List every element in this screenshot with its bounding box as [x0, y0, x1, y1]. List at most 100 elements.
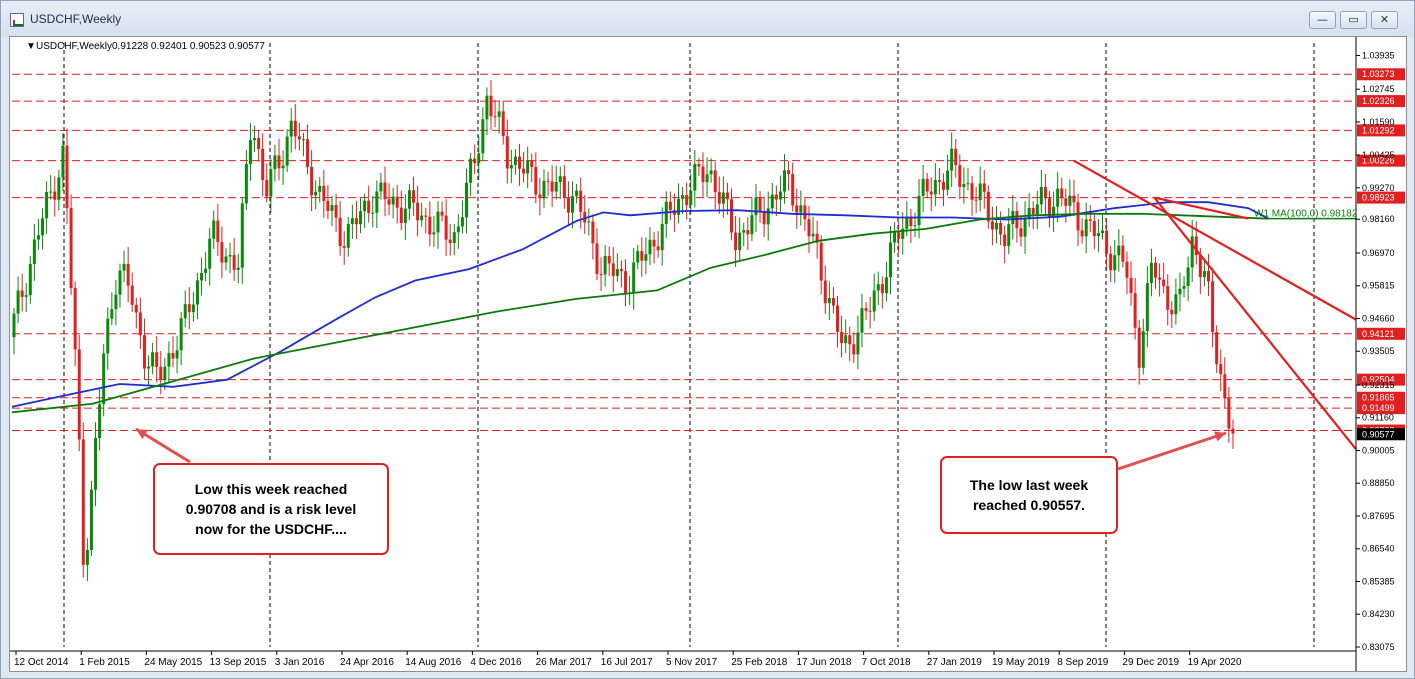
candle-body	[770, 194, 774, 209]
candle-body	[917, 195, 921, 226]
candle-body	[1109, 253, 1113, 271]
candle-body	[1121, 245, 1125, 262]
candle-body	[387, 199, 391, 205]
candle-body	[595, 243, 599, 274]
candle-body	[1215, 332, 1219, 365]
candle-body	[489, 95, 493, 117]
candle-body	[1141, 331, 1145, 368]
chart-window: USDCHF,Weekly — ▭ ✕ 1.03273 1.02326 1.0129…	[0, 0, 1415, 679]
candle-body	[1202, 271, 1206, 278]
candle-body	[778, 191, 782, 200]
candle-body	[212, 220, 216, 239]
candle-body	[982, 183, 986, 192]
candle-body	[554, 182, 558, 192]
candle-body	[819, 242, 823, 281]
candle-body	[432, 232, 436, 235]
candle-body	[469, 158, 473, 183]
candle-body	[253, 138, 257, 141]
candle-body	[591, 221, 595, 244]
candle-body	[746, 230, 750, 235]
time-tick-label: 5 Nov 2017	[666, 657, 718, 668]
candle-body	[407, 190, 411, 209]
candle-body	[330, 205, 334, 211]
candle-body	[179, 318, 183, 351]
chart-area[interactable]: 1.03273 1.02326 1.01292 1.00226 0.98923 0.941…	[9, 36, 1407, 672]
price-tick-label: 0.85385	[1362, 576, 1395, 586]
time-tick-label: 24 May 2015	[144, 657, 202, 668]
candle-body	[942, 181, 946, 190]
candle-body	[1207, 271, 1211, 282]
candle-body	[73, 287, 77, 350]
candle-body	[990, 221, 994, 230]
candle-body	[807, 219, 811, 237]
candle-body	[102, 353, 106, 405]
candle-body	[49, 191, 53, 193]
candle-body	[640, 251, 644, 261]
chart-background	[10, 37, 1406, 671]
candle-body	[518, 156, 522, 169]
candle-body	[1039, 187, 1043, 205]
candle-body	[803, 205, 807, 220]
candle-body	[122, 263, 126, 271]
time-tick-label: 12 Oct 2014	[14, 657, 69, 668]
price-tick-label: 0.83075	[1362, 642, 1395, 652]
candle-body	[648, 239, 652, 255]
level-tag-label: 0.91865	[1362, 393, 1395, 403]
minimize-button[interactable]: —	[1309, 11, 1336, 29]
symbol-triangle: ▼	[26, 41, 36, 52]
candle-body	[970, 183, 974, 200]
candle-body	[310, 166, 314, 196]
close-button[interactable]: ✕	[1371, 11, 1398, 29]
candle-body	[297, 136, 301, 140]
time-tick-label: 8 Sep 2019	[1057, 657, 1109, 668]
candle-body	[16, 290, 20, 314]
callout-text-line: Low this week reached	[195, 481, 348, 497]
symbol-label: USDCHF,Weekly	[36, 41, 112, 52]
moving-average-label: W1 MA(100,0) 0.98182	[1254, 209, 1358, 220]
candle-body	[1088, 219, 1092, 221]
time-tick-label: 17 Jun 2018	[796, 657, 851, 668]
candle-body	[367, 200, 371, 213]
time-tick-label: 16 Jul 2017	[601, 657, 653, 668]
time-tick-label: 1 Feb 2015	[79, 657, 130, 668]
candle-body	[558, 176, 562, 183]
candle-body	[1092, 220, 1096, 237]
price-tick-label: 1.01590	[1362, 117, 1395, 127]
time-tick-label: 25 Feb 2018	[731, 657, 788, 668]
candle-body	[681, 195, 685, 199]
candle-body	[57, 177, 61, 200]
price-chart[interactable]: 1.032731.023261.012921.002260.989230.941…	[10, 37, 1406, 671]
time-tick-label: 7 Oct 2018	[862, 657, 911, 668]
candle-body	[1076, 202, 1080, 231]
candle-body	[338, 217, 342, 247]
candle-body	[999, 222, 1003, 235]
candle-body	[505, 136, 509, 169]
candle-body	[603, 256, 607, 275]
price-tick-label: 0.91160	[1362, 413, 1394, 423]
candle-body	[534, 167, 538, 195]
price-tick-label: 1.02745	[1362, 84, 1395, 94]
candle-body	[452, 232, 456, 244]
candle-body	[65, 145, 69, 209]
callout-box	[940, 456, 1118, 534]
candle-body	[265, 179, 269, 197]
level-tag-label: 0.94121	[1362, 329, 1395, 339]
candle-body	[318, 185, 322, 192]
candle-body	[1080, 230, 1084, 237]
candle-body	[652, 239, 656, 247]
price-tick-label: 0.94660	[1362, 313, 1395, 323]
candle-body	[281, 165, 285, 169]
candle-body	[660, 223, 664, 251]
candle-body	[350, 218, 354, 224]
candle-body	[958, 165, 962, 187]
candle-body	[473, 158, 477, 164]
candle-body	[522, 168, 526, 174]
candle-body	[81, 439, 85, 565]
candle-body	[32, 239, 36, 264]
candle-body	[713, 170, 717, 193]
candle-body	[130, 285, 134, 305]
candle-body	[1003, 234, 1007, 247]
candle-body	[721, 192, 725, 204]
restore-button[interactable]: ▭	[1340, 11, 1367, 29]
candle-body	[391, 196, 395, 205]
